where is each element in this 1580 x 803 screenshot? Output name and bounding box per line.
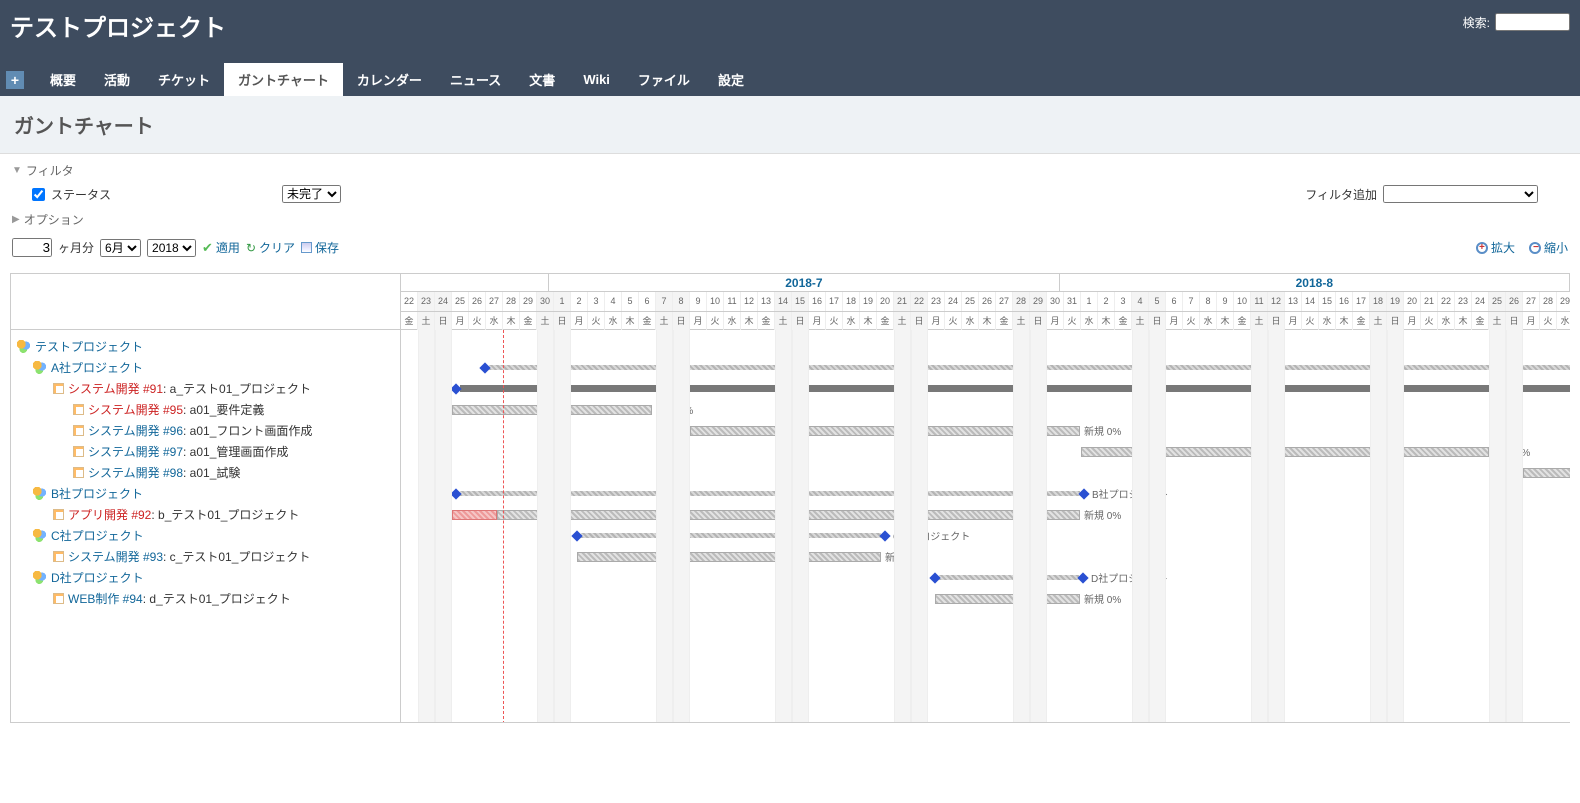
tree-issue-93[interactable]: システム開発 #93: c_テスト01_プロジェクト	[15, 546, 396, 567]
search-box: 検索:	[1463, 13, 1570, 31]
chevron-right-icon: ▶	[12, 214, 20, 225]
gantt-controls: ヶ月分 6月 2018 ✔適用 ↻クリア 保存 拡大 縮小	[0, 232, 1580, 263]
tree-issue-97[interactable]: システム開発 #97: a01_管理画面作成	[15, 441, 396, 462]
options-toggle[interactable]: ▶ オプション	[12, 211, 1568, 228]
ticket-icon	[73, 467, 84, 478]
tab-settings[interactable]: 設定	[704, 63, 758, 96]
clear-button[interactable]: ↻クリア	[246, 239, 295, 256]
filter-add-select[interactable]	[1383, 185, 1538, 203]
page-title: ガントチャート	[14, 110, 1566, 139]
apply-label: 適用	[216, 239, 240, 256]
project-icon	[17, 340, 31, 354]
month-select[interactable]: 6月	[100, 239, 141, 257]
zoom-in-label: 拡大	[1491, 239, 1515, 256]
chevron-down-icon: ▼	[12, 165, 22, 176]
zoom-out-label: 縮小	[1544, 239, 1568, 256]
year-select[interactable]: 2018	[147, 239, 196, 257]
zoom-out-icon	[1529, 242, 1541, 254]
status-filter-label: ステータス	[51, 186, 111, 203]
check-icon: ✔	[202, 240, 213, 256]
filter-add: フィルタ追加	[1305, 185, 1538, 203]
diamond-icon	[1078, 488, 1089, 499]
diamond-icon	[1077, 572, 1088, 583]
apply-button[interactable]: ✔適用	[202, 239, 240, 256]
zoom-in-icon	[1476, 242, 1488, 254]
filters-label: フィルタ	[26, 162, 74, 179]
zoom-out-button[interactable]: 縮小	[1529, 239, 1568, 256]
tab-news[interactable]: ニュース	[436, 63, 515, 96]
tree-issue-96[interactable]: システム開発 #96: a01_フロント画面作成	[15, 420, 396, 441]
save-label: 保存	[315, 239, 339, 256]
tab-overview[interactable]: 概要	[36, 63, 90, 96]
project-icon	[33, 571, 47, 585]
diamond-icon	[479, 362, 490, 373]
ticket-icon	[53, 509, 64, 520]
tab-calendar[interactable]: カレンダー	[343, 63, 436, 96]
search-input[interactable]	[1495, 13, 1570, 31]
project-icon	[33, 487, 47, 501]
new-item-button[interactable]: +	[6, 71, 24, 89]
status-checkbox[interactable]	[32, 188, 45, 201]
tree-issue-91[interactable]: システム開発 #91: a_テスト01_プロジェクト	[15, 378, 396, 399]
ticket-icon	[73, 404, 84, 415]
tree-project-root[interactable]: テストプロジェクト	[15, 336, 396, 357]
gantt-bar-issue-93[interactable]: 新規 0%	[577, 546, 922, 567]
gantt-chart: テストプロジェクト A社プロジェクト システム開発 #91: a_テスト01_プ…	[10, 273, 1570, 723]
filters-panel: ▼ フィルタ ステータス 未完了 フィルタ追加 ▶ オプション	[0, 154, 1580, 232]
diamond-icon	[450, 488, 461, 499]
options-label: オプション	[24, 211, 84, 228]
tab-documents[interactable]: 文書	[515, 63, 569, 96]
diamond-icon	[929, 572, 940, 583]
diamond-icon	[879, 530, 890, 541]
ticket-icon	[73, 446, 84, 457]
gantt-bar-issue-98[interactable]	[1523, 462, 1570, 483]
content-header: ガントチャート	[0, 96, 1580, 154]
filters-toggle[interactable]: ▼ フィルタ	[12, 162, 1568, 179]
tab-wiki[interactable]: Wiki	[569, 65, 624, 94]
tree-issue-94[interactable]: WEB制作 #94: d_テスト01_プロジェクト	[15, 588, 396, 609]
months-suffix: ヶ月分	[58, 239, 94, 256]
tree-project-d[interactable]: D社プロジェクト	[15, 567, 396, 588]
tree-issue-95[interactable]: システム開発 #95: a01_要件定義	[15, 399, 396, 420]
gantt-subjects: テストプロジェクト A社プロジェクト システム開発 #91: a_テスト01_プ…	[11, 274, 401, 722]
diamond-icon	[571, 530, 582, 541]
tree-issue-98[interactable]: システム開発 #98: a01_試験	[15, 462, 396, 483]
project-icon	[33, 529, 47, 543]
project-icon	[33, 361, 47, 375]
gantt-timeline[interactable]: 2018-72018-8 222324252627282930123456789…	[401, 274, 1570, 722]
project-tree: テストプロジェクト A社プロジェクト システム開発 #91: a_テスト01_プ…	[11, 330, 400, 615]
status-select[interactable]: 未完了	[282, 185, 341, 203]
project-title[interactable]: テストプロジェクト	[10, 8, 226, 63]
ticket-icon	[53, 383, 64, 394]
filter-add-label: フィルタ追加	[1305, 186, 1377, 203]
header: テストプロジェクト 検索:	[0, 0, 1580, 63]
tree-project-c[interactable]: C社プロジェクト	[15, 525, 396, 546]
save-button[interactable]: 保存	[301, 239, 339, 256]
tree-issue-92[interactable]: アプリ開発 #92: b_テスト01_プロジェクト	[15, 504, 396, 525]
tab-issues[interactable]: チケット	[144, 63, 224, 96]
refresh-icon: ↻	[246, 241, 256, 255]
tree-project-b[interactable]: B社プロジェクト	[15, 483, 396, 504]
tab-files[interactable]: ファイル	[624, 63, 704, 96]
months-input[interactable]	[12, 238, 52, 257]
clear-label: クリア	[259, 239, 295, 256]
search-label: 検索:	[1463, 14, 1490, 31]
ticket-icon	[73, 425, 84, 436]
zoom-in-button[interactable]: 拡大	[1476, 239, 1515, 256]
ticket-icon	[53, 593, 64, 604]
main-tabs: + 概要 活動 チケット ガントチャート カレンダー ニュース 文書 Wiki …	[0, 63, 1580, 96]
save-icon	[301, 242, 312, 253]
tab-activity[interactable]: 活動	[90, 63, 144, 96]
tree-project-a[interactable]: A社プロジェクト	[15, 357, 396, 378]
tab-gantt[interactable]: ガントチャート	[224, 63, 343, 96]
ticket-icon	[53, 551, 64, 562]
